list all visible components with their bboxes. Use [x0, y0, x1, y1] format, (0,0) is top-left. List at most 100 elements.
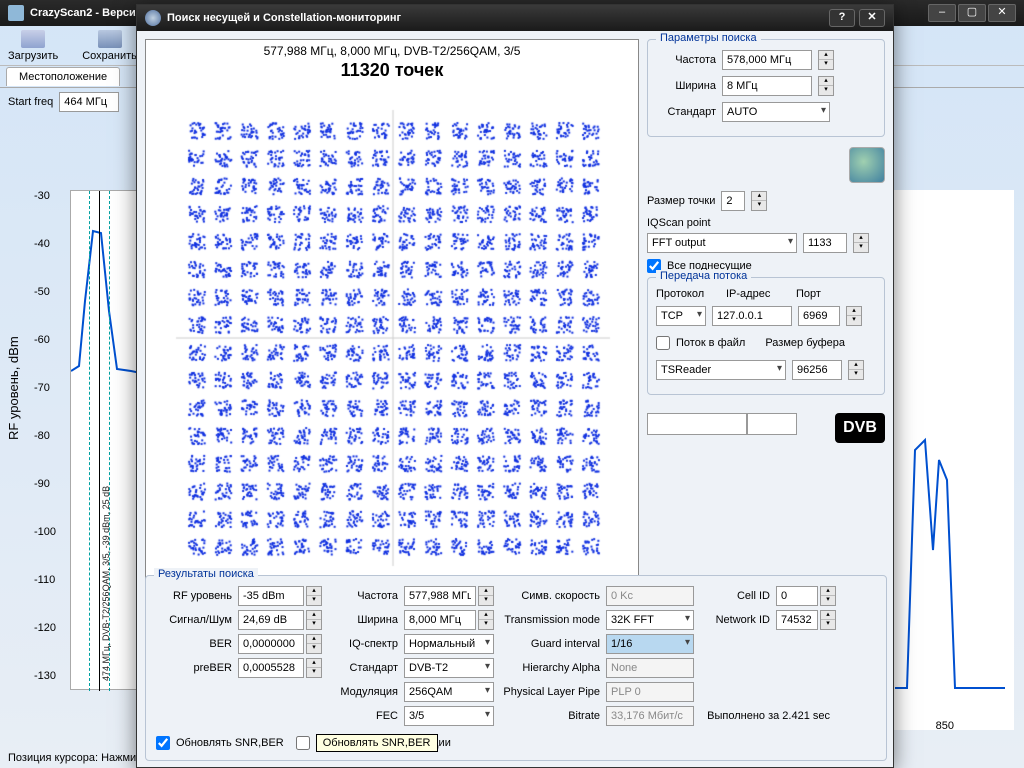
reader-select[interactable] [656, 360, 786, 380]
x-axis-tick: 850 [936, 720, 954, 732]
freq-spinner[interactable]: ▴▾ [818, 50, 834, 70]
cellid-spinner[interactable]: ▴▾ [820, 586, 836, 606]
marker-label: 474 МГц, DVB-T2/256QAM, 3/5, -39 dBm, 25… [101, 486, 111, 681]
rf-value[interactable] [238, 586, 304, 606]
width-spinner[interactable]: ▴▾ [818, 76, 834, 96]
iqscan-num-input[interactable] [803, 233, 847, 253]
res-freq-spinner[interactable]: ▴▾ [478, 586, 494, 606]
spectrum-chart-right[interactable] [884, 190, 1014, 730]
ip-input[interactable] [712, 306, 792, 326]
std-value[interactable] [404, 658, 494, 678]
cursor-line [99, 191, 100, 691]
app-icon [8, 5, 24, 21]
dialog-titlebar[interactable]: Поиск несущей и Constellation-мониторинг… [137, 5, 893, 31]
search-freq-input[interactable] [722, 50, 812, 70]
preber-label: preBER [152, 662, 232, 674]
preber-value[interactable] [238, 658, 304, 678]
ytick: -60 [34, 334, 50, 346]
constellation-dialog: Поиск несущей и Constellation-мониторинг… [136, 4, 894, 768]
rf-label: RF уровень [152, 590, 232, 602]
start-freq-input[interactable] [59, 92, 119, 112]
fec-value[interactable] [404, 706, 494, 726]
constellation-plot[interactable]: 577,988 МГц, 8,000 МГц, DVB-T2/256QAM, 3… [145, 39, 639, 595]
minimize-button[interactable]: – [928, 4, 956, 22]
res-freq-value[interactable] [404, 586, 476, 606]
group-title: Результаты поиска [154, 568, 258, 580]
port-spinner[interactable]: ▴▾ [846, 306, 862, 326]
cursor-position-label: Позиция курсора: Нажми [8, 752, 136, 764]
fec-label: FEC [328, 710, 398, 722]
to-file-checkbox[interactable] [656, 336, 670, 350]
ber-spinner[interactable]: ▴▾ [306, 634, 322, 654]
res-width-spinner[interactable]: ▴▾ [478, 610, 494, 630]
y-axis-label: RF уровень, dBm [6, 336, 21, 440]
preber-spinner[interactable]: ▴▾ [306, 658, 322, 678]
iqspec-label: IQ-спектр [328, 638, 398, 650]
freq-label: Частота [656, 54, 716, 66]
port-label: Порт [796, 288, 826, 300]
avatar-icon [849, 147, 885, 183]
group-title: Передача потока [656, 270, 751, 282]
bufsize-input[interactable] [792, 360, 842, 380]
point-size-spinner[interactable]: ▴▾ [751, 191, 767, 211]
ytick: -40 [34, 238, 50, 250]
res-width-label: Ширина [328, 614, 398, 626]
symrate-value [606, 586, 694, 606]
point-size-input[interactable] [721, 191, 745, 211]
save-button[interactable]: Сохранить [82, 30, 137, 62]
spectrum-trace-right [885, 190, 1015, 710]
point-size-label: Размер точки [647, 195, 715, 207]
dialog-close-button[interactable]: ✕ [859, 9, 885, 27]
netid-spinner[interactable]: ▴▾ [820, 610, 836, 630]
res-width-value[interactable] [404, 610, 476, 630]
iqspec-value[interactable] [404, 634, 494, 654]
ytick: -50 [34, 286, 50, 298]
bitrate-value [606, 706, 694, 726]
tab-location[interactable]: Местоположение [6, 67, 120, 86]
ip-label: IP-адрес [726, 288, 776, 300]
ber-label: BER [152, 638, 232, 650]
protocol-select[interactable] [656, 306, 706, 326]
elapsed-label: Выполнено за 2.421 sec [700, 710, 836, 722]
snr-value[interactable] [238, 610, 304, 630]
floppy-icon [98, 30, 122, 48]
iqscan-select[interactable] [647, 233, 797, 253]
guard-label: Guard interval [500, 638, 600, 650]
txmode-value[interactable] [606, 610, 694, 630]
bufsize-label: Размер буфера [765, 337, 845, 349]
ber-value[interactable] [238, 634, 304, 654]
cellid-value[interactable] [776, 586, 818, 606]
cellid-label: Cell ID [700, 590, 770, 602]
iqscan-spinner[interactable]: ▴▾ [853, 233, 869, 253]
search-width-input[interactable] [722, 76, 812, 96]
protocol-label: Протокол [656, 288, 706, 300]
results-group: Результаты поиска RF уровень ▴▾ Частота … [145, 575, 887, 761]
plot-points-count: 11320 точек [146, 60, 638, 81]
search-standard-select[interactable] [722, 102, 830, 122]
guard-value[interactable] [606, 634, 694, 654]
load-button[interactable]: Загрузить [8, 30, 58, 62]
save-label: Сохранить [82, 50, 137, 62]
maximize-button[interactable]: ▢ [958, 4, 986, 22]
update-mod-checkbox[interactable] [296, 736, 310, 750]
netid-value[interactable] [776, 610, 818, 630]
spectrum-plot[interactable]: 474 МГц, DVB-T2/256QAM, 3/5, -39 dBm, 25… [70, 190, 140, 690]
update-snr-checkbox[interactable] [156, 736, 170, 750]
mod-value[interactable] [404, 682, 494, 702]
iqscan-label: IQScan point [647, 217, 885, 229]
close-button[interactable]: ✕ [988, 4, 1016, 22]
snr-spinner[interactable]: ▴▾ [306, 610, 322, 630]
ytick: -120 [34, 622, 56, 634]
ytick: -100 [34, 526, 56, 538]
port-input[interactable] [798, 306, 840, 326]
ytick: -90 [34, 478, 50, 490]
update-snr-label: Обновлять SNR,BER [176, 737, 284, 749]
ytick: -80 [34, 430, 50, 442]
plp-label: Physical Layer Pipe [500, 686, 600, 698]
bufsize-spinner[interactable]: ▴▾ [848, 360, 864, 380]
load-label: Загрузить [8, 50, 58, 62]
folder-icon [21, 30, 45, 48]
help-button[interactable]: ? [829, 9, 855, 27]
rf-spinner[interactable]: ▴▾ [306, 586, 322, 606]
marker-line [89, 191, 90, 691]
